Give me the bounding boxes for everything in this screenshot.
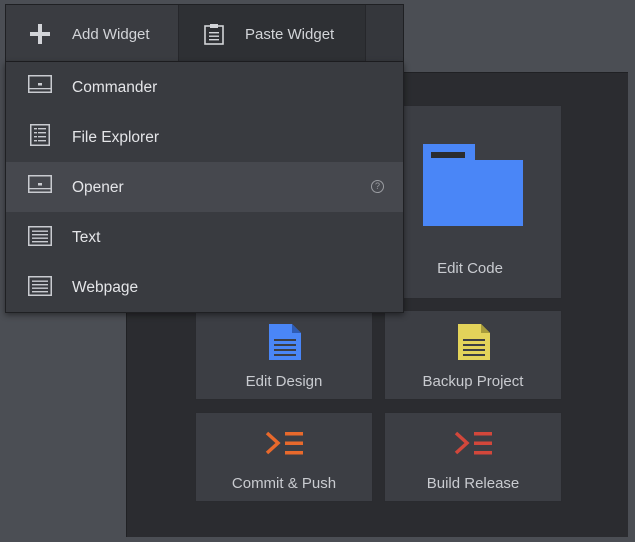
plus-icon	[30, 24, 50, 44]
paste-widget-button[interactable]: Paste Widget	[179, 5, 366, 61]
tile-label: Edit Design	[245, 373, 323, 390]
add-widget-menu: Commander File Explorer Opener ? Text We…	[5, 62, 404, 313]
tile-build-release[interactable]: Build Release	[384, 412, 562, 502]
menu-item-label: Opener	[72, 179, 124, 196]
menu-item-label: Webpage	[72, 279, 139, 296]
menu-item-label: Text	[72, 229, 101, 246]
document-icon	[458, 324, 490, 360]
tile-edit-design[interactable]: Edit Design	[195, 310, 373, 400]
tile-backup-project[interactable]: Backup Project	[384, 310, 562, 400]
tile-label: Build Release	[426, 475, 520, 492]
folder-icon	[423, 144, 523, 226]
paste-widget-label: Paste Widget	[245, 26, 335, 43]
tile-commit-push[interactable]: Commit & Push	[195, 412, 373, 502]
terminal-icon	[265, 431, 303, 455]
menu-item-text[interactable]: Text	[6, 212, 403, 262]
text-icon	[28, 226, 52, 246]
toolbar-spacer	[366, 5, 403, 61]
menu-item-label: Commander	[72, 79, 158, 96]
opener-icon	[28, 175, 52, 193]
webpage-icon	[28, 276, 52, 296]
commander-icon	[28, 75, 52, 93]
menu-item-webpage[interactable]: Webpage	[6, 262, 403, 312]
tile-label: Edit Code	[437, 260, 503, 277]
add-widget-button[interactable]: Add Widget	[6, 5, 179, 61]
tile-label: Commit & Push	[231, 475, 337, 492]
menu-item-commander[interactable]: Commander	[6, 62, 403, 112]
widget-toolbar: Add Widget Paste Widget	[5, 4, 404, 62]
terminal-icon	[454, 431, 492, 455]
menu-item-opener[interactable]: Opener ?	[6, 162, 403, 212]
add-widget-label: Add Widget	[72, 26, 150, 43]
clipboard-icon	[204, 24, 224, 45]
menu-item-file-explorer[interactable]: File Explorer	[6, 112, 403, 162]
menu-item-label: File Explorer	[72, 129, 159, 146]
tile-label: Backup Project	[422, 373, 524, 390]
file-explorer-icon	[30, 124, 50, 146]
document-icon	[269, 324, 301, 360]
help-icon[interactable]: ?	[371, 180, 384, 193]
